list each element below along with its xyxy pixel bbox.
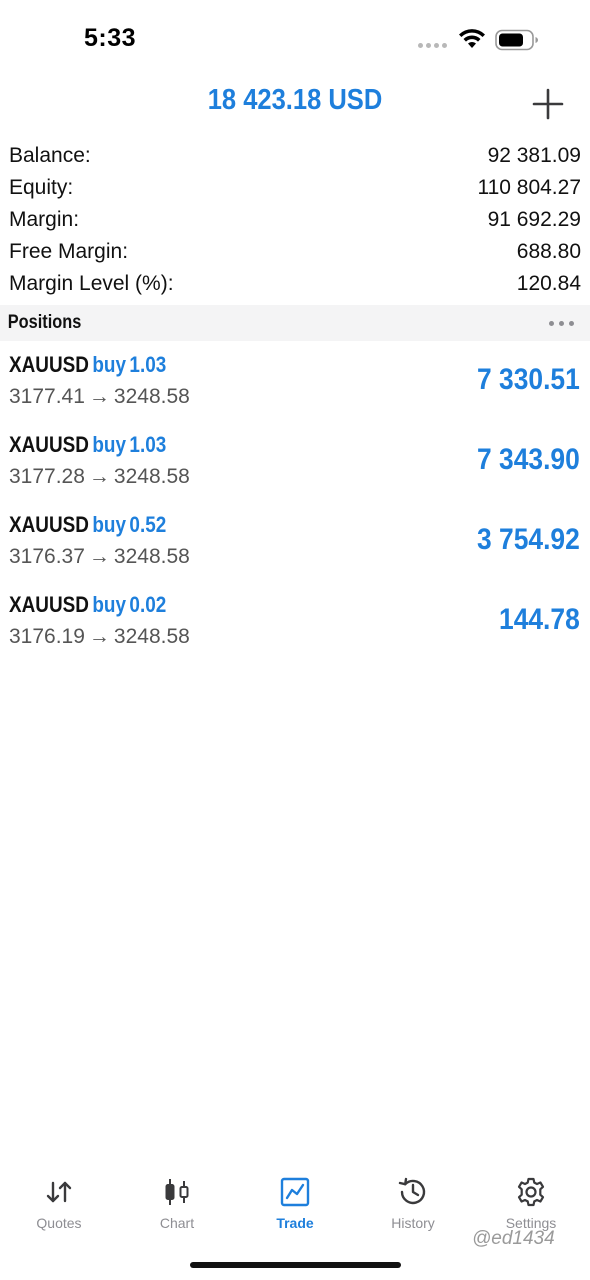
summary-row-margin: Margin: 91 692.29	[0, 204, 590, 236]
position-type: buy	[92, 352, 126, 377]
add-order-button[interactable]	[528, 84, 568, 124]
account-summary: Balance: 92 381.09 Equity: 110 804.27 Ma…	[0, 140, 590, 300]
position-open-price: 3176.19	[9, 625, 85, 648]
position-symbol: XAUUSD	[9, 352, 89, 377]
position-volume: 1.03	[129, 352, 167, 377]
summary-row-equity: Equity: 110 804.27	[0, 172, 590, 204]
more-icon[interactable]	[549, 315, 574, 332]
positions-list: XAUUSD buy 1.03 3177.41 → 3248.58 7 330.51 X…	[0, 345, 590, 665]
position-volume: 1.03	[129, 432, 167, 457]
plus-icon	[532, 88, 564, 120]
summary-value: 688.80	[516, 240, 581, 263]
position-symbol: XAUUSD	[9, 432, 89, 457]
position-profit: 7 330.51	[477, 363, 580, 396]
position-volume: 0.02	[129, 592, 167, 617]
position-open-price: 3177.28	[9, 465, 85, 488]
tab-quotes[interactable]: Quotes	[0, 1165, 118, 1245]
arrow-right-icon: →	[88, 625, 110, 648]
tab-label: Quotes	[36, 1215, 82, 1231]
position-current-price: 3248.58	[113, 465, 190, 488]
positions-title: Positions	[7, 312, 82, 333]
home-indicator[interactable]	[190, 1262, 401, 1268]
tab-history[interactable]: History	[354, 1165, 472, 1245]
arrow-right-icon: →	[88, 545, 110, 568]
tab-label: Chart	[159, 1215, 195, 1231]
history-icon	[398, 1177, 426, 1205]
summary-value: 92 381.09	[487, 144, 581, 167]
position-type: buy	[92, 512, 126, 537]
summary-row-free-margin: Free Margin: 688.80	[0, 236, 590, 268]
position-symbol: XAUUSD	[9, 592, 89, 617]
summary-label: Free Margin:	[9, 240, 129, 263]
position-row[interactable]: XAUUSD buy 1.03 3177.41 → 3248.58 7 330.51	[0, 345, 590, 425]
cellular-signal-icon	[418, 43, 447, 48]
tab-trade[interactable]: Trade	[236, 1165, 354, 1245]
battery-icon	[495, 29, 538, 51]
summary-value: 120.84	[516, 272, 581, 295]
position-volume: 0.52	[129, 512, 167, 537]
summary-value: 110 804.27	[477, 176, 581, 199]
quotes-icon	[46, 1181, 72, 1203]
status-bar: 5:33	[0, 0, 590, 80]
tab-label: History	[391, 1215, 435, 1231]
position-open-price: 3176.37	[9, 545, 85, 568]
position-row[interactable]: XAUUSD buy 0.52 3176.37 → 3248.58 3 754.92	[0, 505, 590, 585]
chart-icon	[165, 1179, 189, 1205]
watermark: @ed1434	[472, 1228, 555, 1249]
summary-label: Margin Level (%):	[9, 272, 174, 295]
position-current-price: 3248.58	[113, 625, 190, 648]
summary-row-margin-level: Margin Level (%): 120.84	[0, 268, 590, 300]
summary-label: Margin:	[9, 208, 80, 231]
arrow-right-icon: →	[88, 385, 110, 408]
summary-row-balance: Balance: 92 381.09	[0, 140, 590, 172]
summary-label: Equity:	[9, 176, 74, 199]
position-profit: 3 754.92	[477, 523, 580, 556]
position-current-price: 3248.58	[113, 385, 190, 408]
position-open-price: 3177.41	[9, 385, 85, 408]
position-row[interactable]: XAUUSD buy 0.02 3176.19 → 3248.58 144.78	[0, 585, 590, 665]
tab-chart[interactable]: Chart	[118, 1165, 236, 1245]
tab-label: Trade	[276, 1215, 314, 1231]
trade-icon	[280, 1177, 310, 1207]
position-type: buy	[92, 592, 126, 617]
position-current-price: 3248.58	[113, 545, 190, 568]
position-profit: 144.78	[499, 603, 580, 636]
status-time: 5:33	[84, 24, 137, 52]
wifi-icon	[459, 29, 485, 48]
account-profit-title: 18 423.18 USD	[207, 84, 383, 116]
position-type: buy	[92, 432, 126, 457]
summary-label: Balance:	[9, 144, 91, 167]
position-profit: 7 343.90	[477, 443, 580, 476]
arrow-right-icon: →	[88, 465, 110, 488]
positions-section-header: Positions	[0, 305, 590, 341]
position-symbol: XAUUSD	[9, 512, 89, 537]
settings-icon	[517, 1177, 545, 1207]
position-row[interactable]: XAUUSD buy 1.03 3177.28 → 3248.58 7 343.90	[0, 425, 590, 505]
summary-value: 91 692.29	[487, 208, 581, 231]
